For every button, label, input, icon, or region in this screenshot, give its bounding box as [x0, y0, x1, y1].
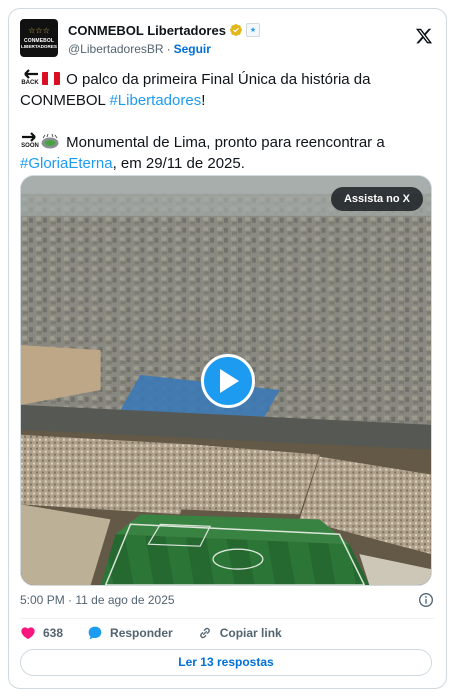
- tweet-line2-end: , em 29/11 de 2025.: [112, 155, 245, 172]
- reply-label: Responder: [110, 626, 173, 640]
- reply-button[interactable]: Responder: [87, 625, 173, 641]
- verified-badge-icon: [229, 24, 242, 36]
- heart-icon: [21, 627, 35, 640]
- handle[interactable]: @LibertadoresBR: [68, 42, 164, 56]
- link-icon: [199, 627, 210, 639]
- divider: [20, 618, 435, 619]
- watch-on-x-button[interactable]: Assista no X: [330, 187, 423, 211]
- tweet-line1-end: !: [201, 92, 206, 109]
- avatar[interactable]: ☆☆☆ CONMEBOL LIBERTADORES: [20, 19, 58, 57]
- hashtag-libertadores-link[interactable]: #Libertadores: [109, 92, 201, 109]
- tweet-paragraph-2: SOON Monumental de Lima, pronto para ree…: [20, 132, 435, 174]
- copy-link-button[interactable]: Copiar link: [197, 625, 282, 641]
- soon-arrow-icon: SOON: [20, 132, 40, 150]
- handle-row: @LibertadoresBR · Seguir: [68, 41, 211, 57]
- info-icon[interactable]: [418, 592, 434, 608]
- display-name[interactable]: CONMEBOL Libertadores: [68, 23, 226, 38]
- name-row: CONMEBOL Libertadores ★: [68, 21, 260, 39]
- tweet-line2-text: Monumental de Lima, pronto para reencont…: [62, 134, 385, 151]
- back-arrow-icon: BACK: [20, 69, 40, 87]
- tweet-card[interactable]: ☆☆☆ CONMEBOL LIBERTADORES CONMEBOL Liber…: [8, 8, 447, 689]
- video-media[interactable]: Assista no X: [20, 175, 432, 586]
- copy-link-label: Copiar link: [219, 626, 282, 640]
- follow-button[interactable]: Seguir: [174, 42, 211, 56]
- action-bar: 638 Responder Copiar link: [20, 623, 306, 643]
- x-logo-icon[interactable]: [415, 27, 433, 45]
- avatar-brand-sub: LIBERTADORES: [21, 44, 57, 49]
- like-count: 638: [43, 626, 64, 640]
- tweet-timestamp[interactable]: 5:00 PM · 11 de ago de 2025: [20, 593, 175, 607]
- affiliate-badge-icon[interactable]: ★: [245, 23, 260, 37]
- peru-flag-icon: [42, 72, 60, 85]
- avatar-stars: ☆☆☆: [28, 26, 50, 35]
- separator-dot: ·: [166, 42, 171, 56]
- like-button[interactable]: 638: [20, 625, 63, 641]
- read-replies-button[interactable]: Ler 13 respostas: [20, 649, 432, 676]
- play-icon: [220, 369, 239, 393]
- reply-bubble-icon: [88, 626, 102, 640]
- stadium-icon: [41, 134, 59, 149]
- hashtag-gloriaeterna-link[interactable]: #GloriaEterna: [20, 155, 113, 172]
- play-button[interactable]: [201, 354, 255, 408]
- tweet-header: ☆☆☆ CONMEBOL LIBERTADORES CONMEBOL Liber…: [20, 19, 435, 59]
- tweet-text: BACK O palco da primeira Final Única da …: [20, 69, 435, 174]
- tweet-paragraph-1: BACK O palco da primeira Final Única da …: [20, 69, 435, 111]
- soon-label: SOON: [21, 143, 39, 149]
- back-label: BACK: [21, 80, 39, 86]
